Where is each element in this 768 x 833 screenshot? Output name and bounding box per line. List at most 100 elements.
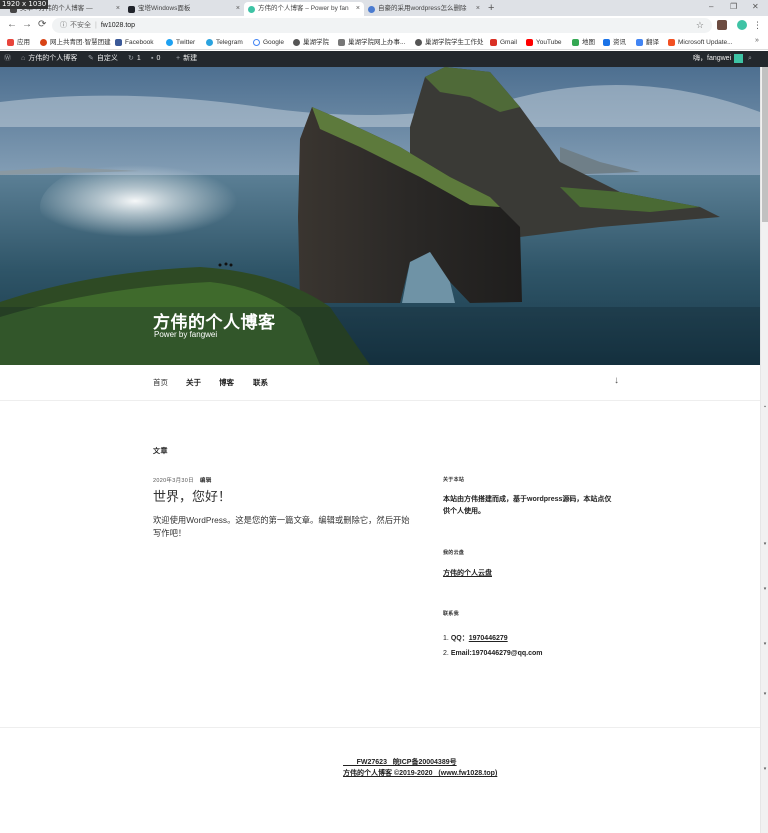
restore-icon[interactable]: ❐ <box>730 1 737 13</box>
email-address: 1970446279@qq.com <box>471 650 543 657</box>
baota-favicon-icon <box>128 6 135 13</box>
tab-close-icon[interactable]: × <box>356 2 360 16</box>
cloud-drive-link[interactable]: 方伟的个人云盘 <box>443 568 492 578</box>
blog-favicon-icon <box>248 6 255 13</box>
bookmark-apps[interactable]: 应用 <box>7 37 30 48</box>
scroll-marker-icon: ▾ <box>763 691 767 697</box>
comment-icon: ▪ <box>151 55 154 62</box>
scroll-marker-icon: ▾ <box>763 766 767 772</box>
bookmark-translate[interactable]: 翻译 <box>636 37 659 48</box>
browser-menu-icon[interactable]: ⋮ <box>753 19 762 31</box>
post-edit-link[interactable]: 编辑 <box>200 478 212 484</box>
bookmark-maps[interactable]: 地图 <box>572 37 595 48</box>
reload-icon[interactable]: ⟳ <box>38 19 46 31</box>
scroll-marker-icon: ▾ <box>763 586 767 592</box>
page-scrollbar[interactable]: ▪ ▾ ▾ ▾ ▾ ▾ <box>760 67 768 833</box>
sea-cliff-photo <box>0 67 760 365</box>
bookmarks-bar: 应用 网上共青团·智慧团建 Facebook Twitter Telegram … <box>0 35 768 50</box>
star-outline-icon[interactable]: ☆ <box>696 18 704 33</box>
avatar <box>734 53 744 63</box>
updates-icon: ↻ <box>128 55 134 62</box>
footer-icp-link[interactable]: FW27623 皖ICP备20004389号 <box>343 757 513 767</box>
bookmark-gmail[interactable]: Gmail <box>490 37 517 48</box>
security-status-label: 不安全 <box>70 22 91 29</box>
bookmarks-overflow-icon[interactable]: » <box>755 37 759 44</box>
widget-title-about: 关于本站 <box>443 477 465 483</box>
omnibox-separator: | <box>95 22 97 29</box>
youtube-icon <box>526 39 533 46</box>
search-icon[interactable]: ⌕ <box>748 51 755 67</box>
tab-close-icon[interactable]: × <box>476 2 480 16</box>
bookmark-youtube[interactable]: YouTube <box>526 37 562 48</box>
bookmark-telegram[interactable]: Telegram <box>206 37 243 48</box>
site-navigation: 首页 关于 博客 联系 ↓ <box>0 365 760 401</box>
brush-icon: ✎ <box>88 55 94 62</box>
nav-item-home[interactable]: 首页 <box>153 378 168 388</box>
qq-number-link[interactable]: 1970446279 <box>469 635 508 642</box>
back-icon[interactable]: ← <box>7 19 17 31</box>
bookmark-google[interactable]: Google <box>253 37 284 48</box>
site-header-image: 方伟的个人博客 Power by fangwei <box>0 67 760 365</box>
info-circle-icon[interactable]: ⓘ <box>60 22 67 29</box>
bookmark-facebook[interactable]: Facebook <box>115 37 154 48</box>
telegram-icon <box>206 39 213 46</box>
admin-bar-site-name[interactable]: ⌂ 方伟的个人博客 <box>21 51 77 67</box>
bookmark-twitter[interactable]: Twitter <box>166 37 195 48</box>
bookmark-chaohu-office[interactable]: 巢湖学院网上办事... <box>338 37 405 48</box>
browser-tab-strip: 1920 x 1030 文章 ‹ 方伟的个人博客 — × 宝塔Windows面板… <box>0 0 768 16</box>
extension-icon[interactable] <box>717 20 727 30</box>
post-date[interactable]: 2020年3月30日 <box>153 478 194 484</box>
scrollbar-thumb[interactable] <box>762 67 768 222</box>
browser-tab-baota[interactable]: 宝塔Windows面板 × <box>124 2 244 16</box>
contact-item-email: 2. Email:1970446279@qq.com <box>443 650 543 657</box>
admin-bar-account[interactable]: 嗨，fangwei <box>693 51 744 67</box>
profile-avatar-icon[interactable] <box>737 20 747 30</box>
browser-tab-search[interactable]: 自豪的采用wordpress怎么删除 × <box>364 2 484 16</box>
dashboard-icon: ⌂ <box>21 55 26 62</box>
nav-item-blog[interactable]: 博客 <box>219 378 234 388</box>
nav-item-contact[interactable]: 联系 <box>253 378 268 388</box>
page-title: 文章 <box>153 448 168 455</box>
bookmark-youth-league[interactable]: 网上共青团·智慧团建 <box>40 37 111 48</box>
apps-grid-icon <box>7 39 14 46</box>
bookmark-microsoft-update[interactable]: Microsoft Update... <box>668 37 733 48</box>
tab-close-icon[interactable]: × <box>236 2 240 16</box>
post-meta: 2020年3月30日 编辑 <box>153 476 212 484</box>
close-window-icon[interactable]: ✕ <box>752 1 759 13</box>
twitter-icon <box>166 39 173 46</box>
search-favicon-icon <box>368 6 375 13</box>
admin-bar-customize[interactable]: ✎ 自定义 <box>88 51 118 67</box>
scroll-down-arrow-icon[interactable]: ↓ <box>614 375 619 386</box>
tab-title: 自豪的采用wordpress怎么删除 <box>378 5 467 12</box>
new-tab-icon[interactable]: + <box>488 1 494 15</box>
post-excerpt: 欢迎使用WordPress。这是您的第一篇文章。编辑或删除它，然后开始写作吧！ <box>153 515 410 538</box>
admin-bar-comments[interactable]: ▪ 0 <box>151 51 160 67</box>
nav-item-about[interactable]: 关于 <box>186 378 201 388</box>
google-icon <box>253 39 260 46</box>
wordpress-logo-icon[interactable]: Ⓦ <box>4 51 14 67</box>
tab-title: 方伟的个人博客 – Power by fan <box>258 5 349 12</box>
bookmark-student-affairs[interactable]: 巢湖学院学生工作处 <box>415 37 484 48</box>
university-icon <box>338 39 345 46</box>
maps-icon <box>572 39 579 46</box>
globe-icon <box>293 39 300 46</box>
forward-icon[interactable]: → <box>22 19 32 31</box>
bookmark-chaohu-univ[interactable]: 巢湖学院 <box>293 37 329 48</box>
contact-item-qq: 1. QQ：1970446279 <box>443 635 508 642</box>
tab-close-icon[interactable]: × <box>116 2 120 16</box>
scroll-marker-icon: ▾ <box>763 641 767 647</box>
bookmark-news[interactable]: 资讯 <box>603 37 626 48</box>
wp-admin-bar: Ⓦ ⌂ 方伟的个人博客 ✎ 自定义 ↻ 1 ▪ 0 + 新建 嗨，fangwei ⌕ <box>0 51 768 67</box>
widget-title-contact: 联系我 <box>443 611 459 617</box>
url-text: fw1028.top <box>100 22 136 29</box>
admin-bar-updates[interactable]: ↻ 1 <box>128 51 141 67</box>
address-bar[interactable]: ⓘ 不安全 | fw1028.top ☆ <box>52 18 712 33</box>
resolution-badge: 1920 x 1030 <box>0 0 49 9</box>
footer-copyright-link[interactable]: 方伟的个人博客 ©2019-2020 (www.fw1028.top) <box>343 768 513 778</box>
post-title[interactable]: 世界，您好！ <box>153 486 231 505</box>
admin-bar-new[interactable]: + 新建 <box>176 51 197 67</box>
footer-divider <box>0 727 760 728</box>
minimize-icon[interactable]: – <box>709 1 713 13</box>
browser-tab-blog-home[interactable]: 方伟的个人博客 – Power by fan × <box>244 2 364 16</box>
scroll-marker-icon: ▾ <box>763 541 767 547</box>
